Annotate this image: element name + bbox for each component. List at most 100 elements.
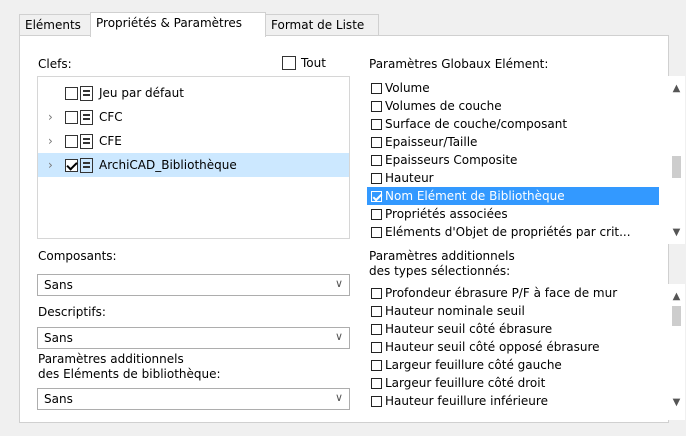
tree-item-archicad-bibliotheque[interactable]: › ArchiCAD_Bibliothèque <box>38 153 349 177</box>
additional-params-scrollbar[interactable]: ▲ ▼ <box>668 284 685 412</box>
additional-params-list[interactable]: Profondeur ébrasure P/F à face de mur Ha… <box>367 284 685 420</box>
item-checkbox[interactable] <box>371 359 382 371</box>
additional-item[interactable]: Hauteur feuillure inférieure <box>371 392 548 410</box>
descriptifs-dropdown[interactable]: Sans ∨ <box>37 327 350 349</box>
params-biblio-label-1: Paramètres additionnels <box>38 352 184 366</box>
additional-params-label-1: Paramètres additionnels <box>369 249 515 263</box>
additional-item[interactable]: Profondeur ébrasure P/F à face de mur <box>371 284 617 302</box>
tree-item-label: ArchiCAD_Bibliothèque <box>99 158 237 172</box>
item-checkbox[interactable] <box>371 100 382 112</box>
params-biblio-dropdown[interactable]: Sans ∨ <box>37 388 350 410</box>
scrollbar-thumb[interactable] <box>672 306 681 326</box>
item-checkbox[interactable] <box>371 208 382 220</box>
item-label: Volume <box>385 81 430 95</box>
item-checkbox[interactable] <box>371 323 382 335</box>
item-label: Hauteur seuil côté ébrasure <box>385 322 553 336</box>
item-label: Nom Elément de Bibliothèque <box>385 189 565 203</box>
tab-format-de-liste[interactable]: Format de Liste <box>265 14 379 36</box>
tab-elements-label: Eléments <box>25 18 81 32</box>
scrollbar-thumb[interactable] <box>672 156 681 178</box>
global-item[interactable]: Volume <box>371 79 430 97</box>
descriptifs-value: Sans <box>44 331 73 345</box>
tree-item-label: CFC <box>99 110 123 124</box>
additional-item[interactable]: Largeur feuillure côté droit <box>371 374 545 392</box>
item-label: Epaisseur/Taille <box>385 135 478 149</box>
chevron-down-icon: ∨ <box>334 391 343 404</box>
global-params-label: Paramètres Globaux Elément: <box>369 57 549 71</box>
item-label: Largeur feuillure côté gauche <box>385 358 562 372</box>
item-label: Hauteur seuil côté opposé ébrasure <box>385 340 600 354</box>
item-checkbox[interactable] <box>371 82 382 94</box>
item-label: Hauteur nominale seuil <box>385 304 525 318</box>
tree-item-jeu-par-defaut[interactable]: Jeu par défaut <box>38 81 349 105</box>
document-icon <box>80 157 93 173</box>
additional-item[interactable]: Hauteur seuil côté ébrasure <box>371 320 552 338</box>
tab-proprietes-parametres[interactable]: Propriétés & Paramètres <box>90 12 266 37</box>
additional-params-label-2: des types sélectionnés: <box>369 264 511 278</box>
tree-item-label: CFE <box>99 134 122 148</box>
global-item[interactable]: Surface de couche/composant <box>371 115 567 133</box>
additional-item[interactable]: Hauteur nominale seuil <box>371 302 525 320</box>
chevron-down-icon: ∨ <box>334 277 343 290</box>
item-label: Profondeur ébrasure P/F à face de mur <box>385 286 618 300</box>
tab-proprietes-parametres-label: Propriétés & Paramètres <box>96 16 243 30</box>
item-checkbox[interactable] <box>371 341 382 353</box>
document-icon <box>80 85 93 101</box>
scroll-up-icon[interactable]: ▲ <box>668 288 685 305</box>
tab-format-de-liste-label: Format de Liste <box>271 18 365 32</box>
item-label: Volumes de couche <box>385 99 502 113</box>
tree-item-cfc[interactable]: › CFC <box>38 105 349 129</box>
global-item[interactable]: Eléments d'Objet de propriétés par crit.… <box>371 223 631 241</box>
params-biblio-value: Sans <box>44 392 73 406</box>
item-label: Largeur feuillure côté droit <box>385 376 546 390</box>
item-checkbox[interactable] <box>371 172 382 184</box>
global-params-list[interactable]: Volume Volumes de couche Surface de couc… <box>367 76 685 244</box>
tree-item-checkbox[interactable] <box>65 134 78 148</box>
clefs-tree[interactable]: Jeu par défaut › CFC › CFE › ArchiCAD_Bi… <box>37 76 350 239</box>
global-item-selected[interactable]: Nom Elément de Bibliothèque <box>367 187 659 205</box>
additional-item[interactable]: Hauteur seuil côté opposé ébrasure <box>371 338 600 356</box>
item-label: Surface de couche/composant <box>385 117 568 131</box>
item-label: Eléments d'Objet de propriétés par crit.… <box>385 225 631 239</box>
item-checkbox[interactable] <box>371 395 382 407</box>
document-icon <box>80 109 93 125</box>
chevron-right-icon[interactable]: › <box>48 110 53 124</box>
item-checkbox[interactable] <box>371 190 382 202</box>
scroll-down-icon[interactable]: ▼ <box>668 394 685 411</box>
tree-item-checkbox[interactable] <box>65 110 78 124</box>
item-label: Epaisseurs Composite <box>385 153 518 167</box>
item-label: Propriétés associées <box>385 207 508 221</box>
clefs-label: Clefs: <box>38 57 72 71</box>
item-checkbox[interactable] <box>371 118 382 130</box>
item-checkbox[interactable] <box>371 226 382 238</box>
global-params-scrollbar[interactable]: ▲ ▼ <box>668 76 685 242</box>
additional-item[interactable]: Largeur feuillure côté gauche <box>371 356 562 374</box>
item-checkbox[interactable] <box>371 377 382 389</box>
tree-item-checkbox[interactable] <box>65 86 78 100</box>
item-checkbox[interactable] <box>371 305 382 317</box>
tout-checkbox[interactable]: Tout <box>282 56 326 70</box>
tree-item-checkbox[interactable] <box>65 158 78 172</box>
item-checkbox[interactable] <box>371 136 382 148</box>
item-checkbox[interactable] <box>371 154 382 166</box>
tout-checkbox-box[interactable] <box>282 56 296 70</box>
global-item[interactable]: Epaisseurs Composite <box>371 151 517 169</box>
tab-elements[interactable]: Eléments <box>19 14 91 36</box>
item-label: Hauteur feuillure inférieure <box>385 394 548 408</box>
global-item[interactable]: Propriétés associées <box>371 205 508 223</box>
tree-item-label: Jeu par défaut <box>99 86 184 100</box>
scroll-down-icon[interactable]: ▼ <box>668 224 685 241</box>
global-item[interactable]: Epaisseur/Taille <box>371 133 477 151</box>
item-checkbox[interactable] <box>371 287 382 299</box>
composants-value: Sans <box>44 278 73 292</box>
document-icon <box>80 133 93 149</box>
descriptifs-label: Descriptifs: <box>38 305 106 319</box>
global-item[interactable]: Volumes de couche <box>371 97 502 115</box>
chevron-right-icon[interactable]: › <box>48 134 53 148</box>
scroll-up-icon[interactable]: ▲ <box>668 80 685 97</box>
global-item[interactable]: Hauteur <box>371 169 434 187</box>
composants-dropdown[interactable]: Sans ∨ <box>37 274 350 296</box>
chevron-down-icon: ∨ <box>334 330 343 343</box>
chevron-right-icon[interactable]: › <box>48 158 53 172</box>
tree-item-cfe[interactable]: › CFE <box>38 129 349 153</box>
